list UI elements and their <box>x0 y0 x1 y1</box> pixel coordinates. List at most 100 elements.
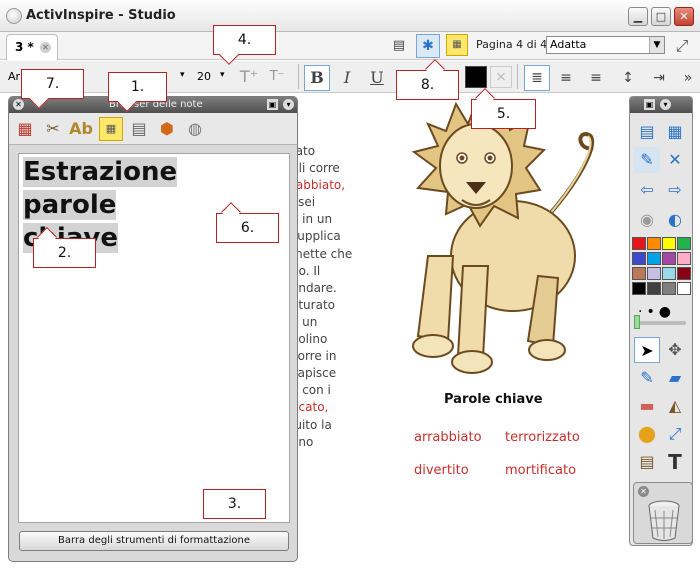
zoom-select[interactable]: Adatta ▼ <box>546 36 665 54</box>
previous-page-icon[interactable]: ⇦ <box>634 177 660 203</box>
app-logo-icon <box>6 8 22 24</box>
keyword-item[interactable]: mortificato <box>505 463 576 478</box>
increase-font-icon[interactable]: T⁺ <box>238 66 260 88</box>
keyword-item[interactable]: divertito <box>414 463 469 478</box>
story-line: e con i <box>291 383 331 398</box>
page-browser-icon[interactable]: ▦ <box>13 117 37 141</box>
pen-width-dots[interactable]: ·•● <box>638 304 675 320</box>
close-button[interactable]: ✕ <box>674 7 694 26</box>
lion-illustration[interactable] <box>398 96 608 386</box>
story-line: corre in <box>291 349 337 364</box>
callout-8: 8. <box>396 70 459 100</box>
note-icon[interactable]: ▦ <box>446 34 468 56</box>
browser-tabs: ▦ ✂ Ab ▦ ▤ ⬢ ◍ <box>9 113 297 145</box>
story-line: i sei <box>291 195 316 210</box>
color-swatch[interactable] <box>677 267 691 280</box>
tab-close-icon[interactable]: ✕ <box>40 42 51 53</box>
font-name-dropdown-icon[interactable]: ▾ <box>180 70 185 80</box>
color-swatch[interactable] <box>647 252 661 265</box>
close-icon[interactable]: ✕ <box>13 99 24 110</box>
color-swatch[interactable] <box>632 282 646 295</box>
next-page-icon[interactable]: ⇨ <box>662 177 688 203</box>
pin-icon[interactable]: ▣ <box>267 99 278 110</box>
keyword-item[interactable]: terrorizzato <box>505 430 580 445</box>
maximize-icon: □ <box>655 10 667 23</box>
minimize-button[interactable]: ▁ <box>628 7 648 26</box>
more-icon[interactable]: » <box>677 67 699 89</box>
font-size-field[interactable]: 20 <box>197 70 211 83</box>
font-size-dropdown-icon[interactable]: ▾ <box>220 70 225 80</box>
shape-icon[interactable]: ⬤ <box>634 421 660 447</box>
title-bar: ActivInspire - Studio ▁ □ ✕ <box>0 0 700 32</box>
text-color-swatch[interactable] <box>465 66 487 88</box>
fill-icon[interactable]: ◭ <box>662 393 688 419</box>
pen-icon[interactable]: ✎ <box>634 365 660 391</box>
reset-page-icon[interactable]: ◐ <box>662 207 688 233</box>
color-swatch[interactable] <box>632 237 646 250</box>
color-swatch[interactable] <box>662 282 676 295</box>
width-slider[interactable] <box>636 321 686 325</box>
object-browser-icon[interactable]: Ab <box>69 117 93 141</box>
notes-text-area[interactable]: Estrazione parole chiave <box>18 153 290 523</box>
align-left-icon[interactable]: ≣ <box>524 65 550 91</box>
select-icon[interactable]: ➤ <box>634 337 660 363</box>
trash-panel: ✕ <box>633 482 693 544</box>
page-icon[interactable]: ▤ <box>388 35 410 57</box>
story-line: ono <box>291 434 314 449</box>
color-swatch[interactable] <box>647 237 661 250</box>
color-swatch[interactable] <box>647 267 661 280</box>
text-tool-icon[interactable]: T <box>662 449 688 475</box>
desktop-annotate-icon[interactable]: ✎ <box>634 147 660 173</box>
keywords-title[interactable]: Parole chiave <box>444 392 543 407</box>
chevron-down-icon: ▼ <box>649 37 664 53</box>
color-swatch[interactable] <box>677 282 691 295</box>
options-icon[interactable]: ▾ <box>283 99 294 110</box>
options-icon[interactable]: ▾ <box>660 99 671 110</box>
color-swatch[interactable] <box>647 282 661 295</box>
clipboard-icon[interactable]: ▤ <box>634 449 660 475</box>
color-swatch[interactable] <box>632 252 646 265</box>
indent-icon[interactable]: ⇥ <box>648 67 670 89</box>
color-swatch[interactable] <box>677 252 691 265</box>
line-spacing-icon[interactable]: ↕ <box>617 67 639 89</box>
maximize-button[interactable]: □ <box>651 7 671 26</box>
tab-document[interactable]: 3 * ✕ <box>6 34 58 60</box>
connector-icon[interactable]: ⤢ <box>662 421 688 447</box>
color-swatch[interactable] <box>662 237 676 250</box>
notes-browser-icon[interactable]: ▦ <box>99 117 123 141</box>
eraser-icon[interactable]: ▬ <box>634 393 660 419</box>
font-name-field[interactable]: Ar <box>8 70 20 83</box>
fill-color-icon[interactable]: ⨯ <box>490 66 512 88</box>
desktop-annotate-icon[interactable]: ✱ <box>416 34 440 58</box>
main-menu-icon[interactable]: ▤ <box>634 119 660 145</box>
trash-icon[interactable] <box>647 500 681 542</box>
keyword-item[interactable]: arrabbiato <box>414 430 482 445</box>
close-icon[interactable]: ✕ <box>638 486 649 497</box>
decrease-font-icon[interactable]: T⁻ <box>266 66 288 88</box>
align-center-icon[interactable]: ≡ <box>555 67 577 89</box>
italic-icon[interactable]: I <box>336 67 358 89</box>
color-swatch[interactable] <box>632 267 646 280</box>
color-swatch[interactable] <box>662 252 676 265</box>
pin-icon[interactable]: ▣ <box>644 99 655 110</box>
tools-icon[interactable]: ✥ <box>662 337 688 363</box>
color-swatch[interactable] <box>662 267 676 280</box>
desktop-tools-icon[interactable]: ✕ <box>662 147 688 173</box>
note-line: Estrazione parole <box>23 157 178 220</box>
toolbox-header: ▣ ▾ <box>630 97 692 113</box>
property-browser-icon[interactable]: ▤ <box>127 117 151 141</box>
profiles-icon[interactable]: ▦ <box>662 119 688 145</box>
resource-browser-icon[interactable]: ✂ <box>41 117 65 141</box>
action-browser-icon[interactable]: ⬢ <box>155 117 179 141</box>
slider-handle[interactable] <box>634 315 640 329</box>
story-line: ficato, <box>291 400 329 415</box>
play-icon[interactable]: ◉ <box>634 207 660 233</box>
bold-icon[interactable]: B <box>304 65 330 91</box>
fullscreen-icon[interactable]: ⤢ <box>671 35 693 57</box>
voting-browser-icon[interactable]: ◍ <box>183 117 207 141</box>
underline-icon[interactable]: U <box>366 67 388 89</box>
align-right-icon[interactable]: ≡ <box>585 67 607 89</box>
highlighter-icon[interactable]: ▰ <box>662 365 688 391</box>
color-swatch[interactable] <box>677 237 691 250</box>
formatting-toolbar-button[interactable]: Barra degli strumenti di formattazione <box>19 531 289 551</box>
